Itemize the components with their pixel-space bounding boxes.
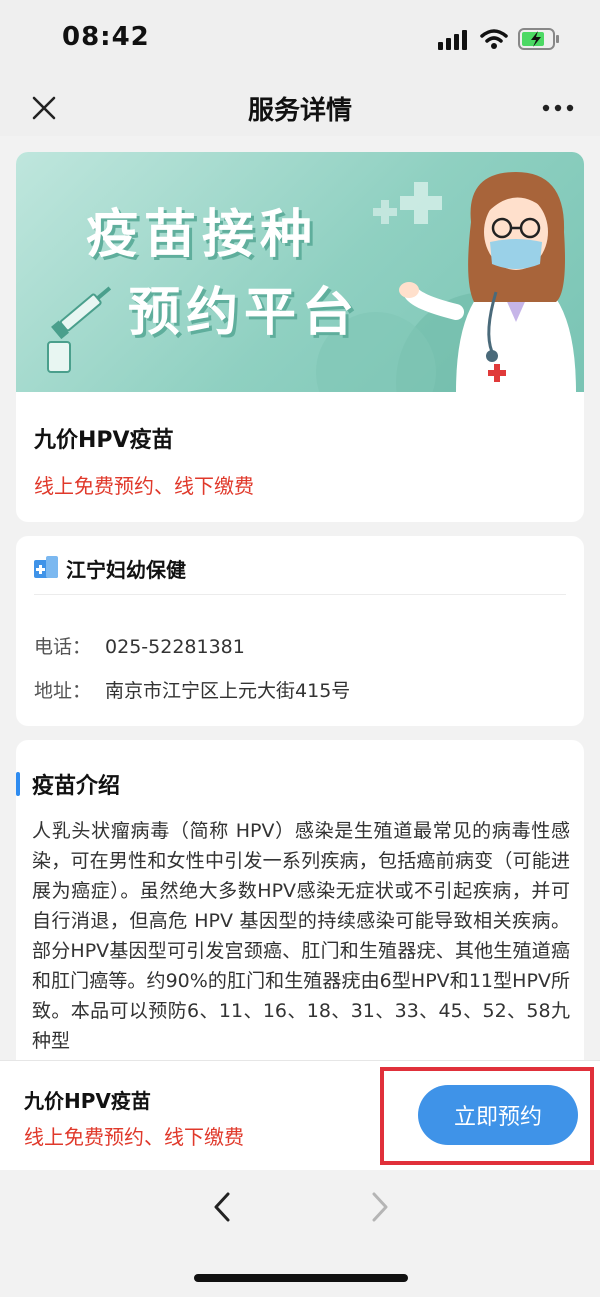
browser-toolbar — [0, 1170, 600, 1297]
banner-title: 疫苗接种 预约平台 — [86, 196, 360, 352]
clinic-card: 江宁妇幼保健 电话： 025-52281381 地址： 南京市江宁区上元大街415号 — [16, 536, 584, 726]
book-now-button[interactable]: 立即预约 — [418, 1085, 578, 1145]
banner-title-line1: 疫苗接种 — [86, 205, 319, 265]
product-payment-note: 线上免费预约、线下缴费 — [34, 474, 254, 498]
hospital-icon — [34, 556, 58, 578]
page-title: 服务详情 — [247, 96, 352, 126]
product-name: 九价HPV疫苗 — [34, 428, 174, 453]
signal-icon — [438, 30, 467, 50]
home-indicator[interactable] — [194, 1274, 408, 1282]
bottom-product-name: 九价HPV疫苗 — [24, 1089, 151, 1113]
promo-banner: 疫苗接种 预约平台 — [16, 152, 584, 392]
intro-title: 疫苗介绍 — [32, 774, 121, 799]
address-label: 地址： — [34, 680, 92, 702]
status-time: 08:42 — [62, 22, 150, 52]
divider — [34, 594, 566, 595]
bottom-payment-note: 线上免费预约、线下缴费 — [24, 1125, 244, 1149]
wifi-icon — [480, 29, 508, 49]
back-icon[interactable] — [208, 1190, 238, 1224]
forward-icon[interactable] — [364, 1190, 394, 1224]
product-card: 疫苗接种 预约平台 九价HPV疫苗 线上免费预约、线下缴费 — [16, 152, 584, 522]
battery-icon — [518, 28, 559, 50]
more-icon[interactable] — [538, 92, 578, 124]
phone-number[interactable]: 025-52281381 — [105, 636, 245, 658]
address-value: 南京市江宁区上元大街415号 — [105, 680, 351, 702]
phone-label: 电话： — [34, 636, 92, 658]
phone-row: 电话： 025-52281381 — [34, 632, 245, 659]
address-row: 地址： 南京市江宁区上元大街415号 — [34, 676, 350, 703]
intro-text: 人乳头状瘤病毒（简称 HPV）感染是生殖道最常见的病毒性感染，可在男性和女性中引… — [32, 820, 570, 1052]
nav-bar: 服务详情 — [0, 80, 600, 136]
section-marker — [16, 772, 20, 796]
bottom-action-bar: 九价HPV疫苗 线上免费预约、线下缴费 立即预约 — [0, 1060, 600, 1170]
status-bar: 08:42 — [0, 0, 600, 80]
banner-title-line2: 预约平台 — [128, 283, 361, 343]
clinic-name: 江宁妇幼保健 — [66, 558, 186, 582]
